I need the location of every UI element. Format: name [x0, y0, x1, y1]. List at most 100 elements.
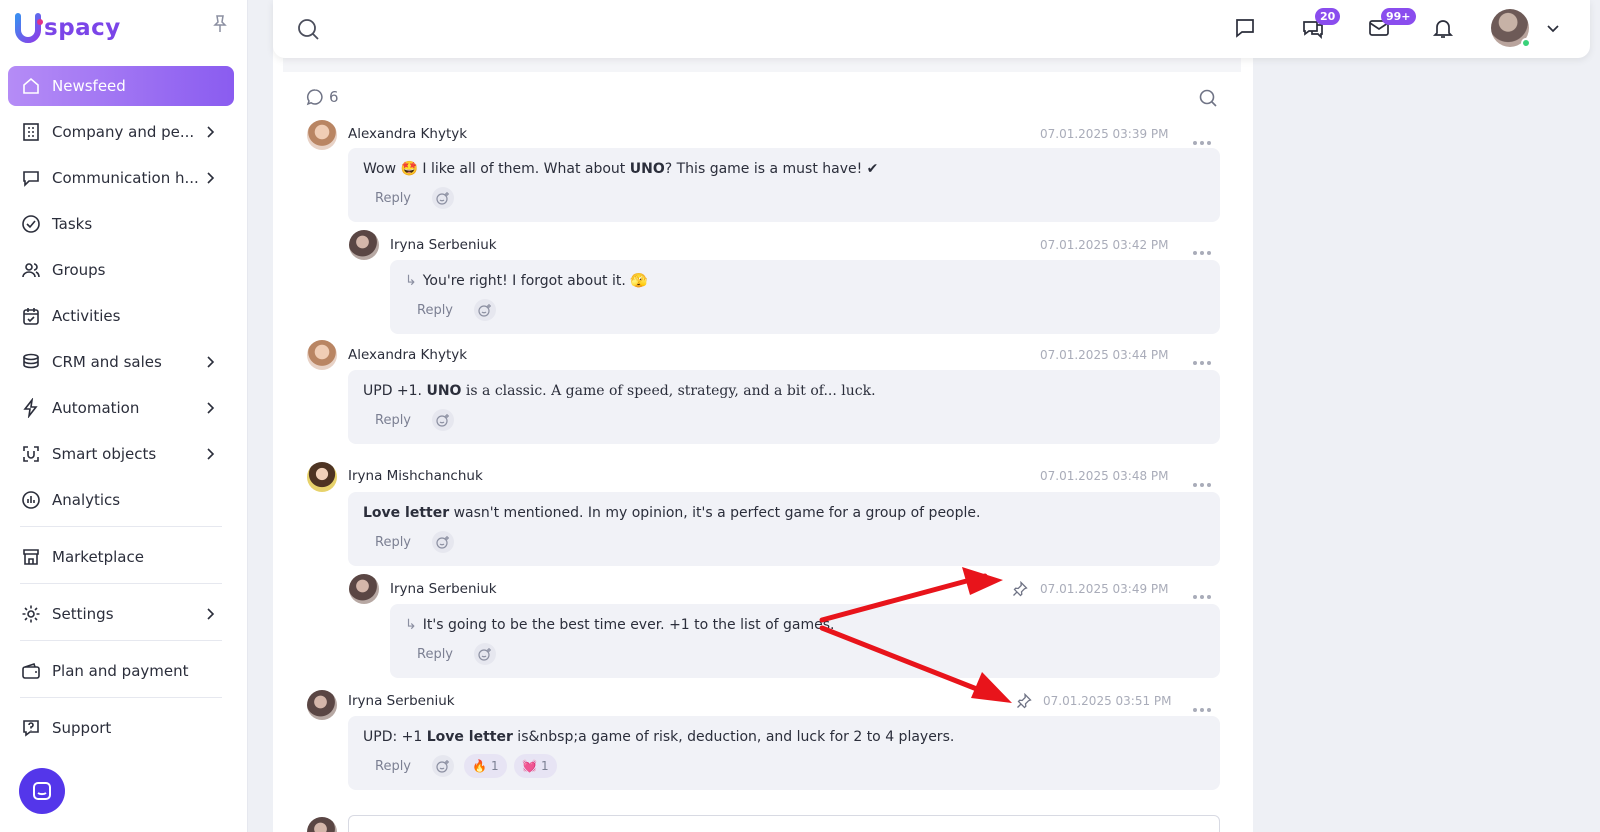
pin-icon[interactable] [1012, 580, 1028, 597]
sidebar-item-label: CRM and sales [52, 353, 162, 371]
users-icon [20, 259, 42, 281]
building-icon [20, 121, 42, 143]
sidebar-item-groups[interactable]: Groups [8, 250, 234, 290]
comment-input[interactable] [348, 815, 1220, 832]
live-chat-button[interactable] [19, 768, 65, 814]
avatar[interactable] [349, 230, 379, 260]
comment: Alexandra Khytyk 07.01.2025 03:39 PM Wow… [307, 120, 1220, 224]
comment: Iryna Mishchanchuk 07.01.2025 03:48 PM L… [307, 462, 1220, 568]
logo[interactable]: spacy [14, 10, 121, 46]
sidebar-item-label: Support [52, 719, 112, 737]
sidebar-item-label: Marketplace [52, 548, 144, 566]
comment-time: 07.01.2025 03:49 PM [1040, 582, 1169, 596]
comment-body: Love letter wasn't mentioned. In my opin… [348, 492, 1220, 566]
sidebar-item-company[interactable]: Company and pe... [8, 112, 234, 152]
sidebar-item-label: Tasks [52, 215, 93, 233]
more-options-icon[interactable] [1192, 585, 1212, 599]
sidebar-item-communication[interactable]: Communication h... [8, 158, 234, 198]
online-status-indicator [1521, 38, 1531, 48]
comment-time: 07.01.2025 03:48 PM [1040, 469, 1169, 483]
reply-button[interactable]: Reply [375, 535, 411, 550]
sidebar-item-settings[interactable]: Settings [8, 594, 234, 634]
sidebar-item-automation[interactable]: Automation [8, 388, 234, 428]
sidebar-item-marketplace[interactable]: Marketplace [8, 537, 234, 577]
avatar[interactable] [307, 340, 337, 370]
comment-author[interactable]: Alexandra Khytyk [348, 347, 467, 363]
divider [20, 640, 222, 641]
comment-reply: Iryna Serbeniuk 07.01.2025 03:49 PM ↳ It'… [349, 574, 1220, 680]
sidebar-item-analytics[interactable]: Analytics [8, 480, 234, 520]
sidebar-item-label: Groups [52, 261, 106, 279]
sidebar-item-label: Newsfeed [52, 77, 126, 95]
avatar[interactable] [349, 574, 379, 604]
search-comments-icon[interactable] [1198, 88, 1218, 108]
logo-mark-icon [14, 12, 44, 44]
smart-object-icon [20, 443, 42, 465]
sidebar-item-newsfeed[interactable]: Newsfeed [8, 66, 234, 106]
bell-icon[interactable] [1429, 14, 1457, 42]
add-reaction-icon[interactable] [474, 643, 496, 665]
comment-body: Wow 🤩 I like all of them. What about UNO… [348, 148, 1220, 222]
top-bar: 20 99+ [273, 0, 1590, 58]
more-options-icon[interactable] [1192, 351, 1212, 365]
chat-badge: 20 [1315, 8, 1341, 25]
comment: Iryna Serbeniuk 07.01.2025 03:51 PM UPD:… [307, 690, 1220, 796]
add-reaction-icon[interactable] [474, 299, 496, 321]
comment-reply: Iryna Serbeniuk 07.01.2025 03:42 PM ↳ You… [349, 230, 1220, 336]
add-reaction-icon[interactable] [432, 409, 454, 431]
comment-time: 07.01.2025 03:51 PM [1043, 694, 1172, 708]
pin-sidebar-icon[interactable] [210, 14, 230, 34]
more-options-icon[interactable] [1192, 241, 1212, 255]
sidebar-item-plan-payment[interactable]: Plan and payment [8, 651, 234, 691]
chart-icon [20, 489, 42, 511]
comment-text: Wow 🤩 I like all of them. What about UNO… [363, 161, 879, 177]
comment-icon [306, 89, 323, 106]
comment-author[interactable]: Iryna Serbeniuk [348, 693, 455, 709]
add-reaction-icon[interactable] [432, 531, 454, 553]
sidebar-item-label: Activities [52, 307, 121, 325]
reply-button[interactable]: Reply [375, 759, 411, 774]
add-reaction-icon[interactable] [432, 187, 454, 209]
reply-button[interactable]: Reply [375, 191, 411, 206]
comment-author[interactable]: Iryna Serbeniuk [390, 237, 497, 253]
reply-arrow-icon: ↳ [405, 617, 417, 633]
sidebar-item-support[interactable]: Support [8, 708, 234, 748]
reply-button[interactable]: Reply [417, 647, 453, 662]
add-reaction-icon[interactable] [432, 755, 454, 777]
chevron-right-icon [202, 400, 218, 416]
search-icon[interactable] [295, 16, 321, 42]
chevron-right-icon [202, 606, 218, 622]
messages-icon[interactable]: 20 [1299, 8, 1341, 42]
more-options-icon[interactable] [1192, 698, 1212, 712]
sidebar-item-label: Smart objects [52, 445, 157, 463]
avatar[interactable] [307, 120, 337, 150]
reply-button[interactable]: Reply [417, 303, 453, 318]
comments-count-value: 6 [329, 88, 339, 106]
comment-author[interactable]: Alexandra Khytyk [348, 126, 467, 142]
sidebar-item-tasks[interactable]: Tasks [8, 204, 234, 244]
sidebar-item-crm[interactable]: CRM and sales [8, 342, 234, 382]
avatar[interactable] [307, 462, 337, 492]
avatar[interactable] [307, 690, 337, 720]
mail-icon[interactable]: 99+ [1365, 8, 1416, 42]
sidebar-item-label: Plan and payment [52, 662, 189, 680]
pin-icon[interactable] [1016, 692, 1032, 709]
comment-text: Love letter wasn't mentioned. In my opin… [363, 505, 981, 521]
comment: Alexandra Khytyk 07.01.2025 03:44 PM UPD… [307, 340, 1220, 446]
reply-button[interactable]: Reply [375, 413, 411, 428]
comment-text: ↳ It's going to be the best time ever. +1… [405, 617, 835, 633]
comment-author[interactable]: Iryna Serbeniuk [390, 581, 497, 597]
more-options-icon[interactable] [1192, 131, 1212, 145]
chat-icon[interactable] [1231, 14, 1259, 42]
comment-text: ↳ You're right! I forgot about it. 🫣 [405, 273, 648, 289]
chevron-right-icon [202, 446, 218, 462]
comment-author[interactable]: Iryna Mishchanchuk [348, 468, 483, 484]
divider [20, 526, 222, 527]
sidebar-item-label: Company and pe... [52, 123, 195, 141]
sidebar-item-smart-objects[interactable]: Smart objects [8, 434, 234, 474]
reaction-fire[interactable]: 🔥 1 [464, 754, 507, 778]
reaction-heart[interactable]: 💓 1 [514, 754, 557, 778]
sidebar-item-activities[interactable]: Activities [8, 296, 234, 336]
chevron-down-icon[interactable] [1545, 20, 1561, 36]
more-options-icon[interactable] [1192, 473, 1212, 487]
